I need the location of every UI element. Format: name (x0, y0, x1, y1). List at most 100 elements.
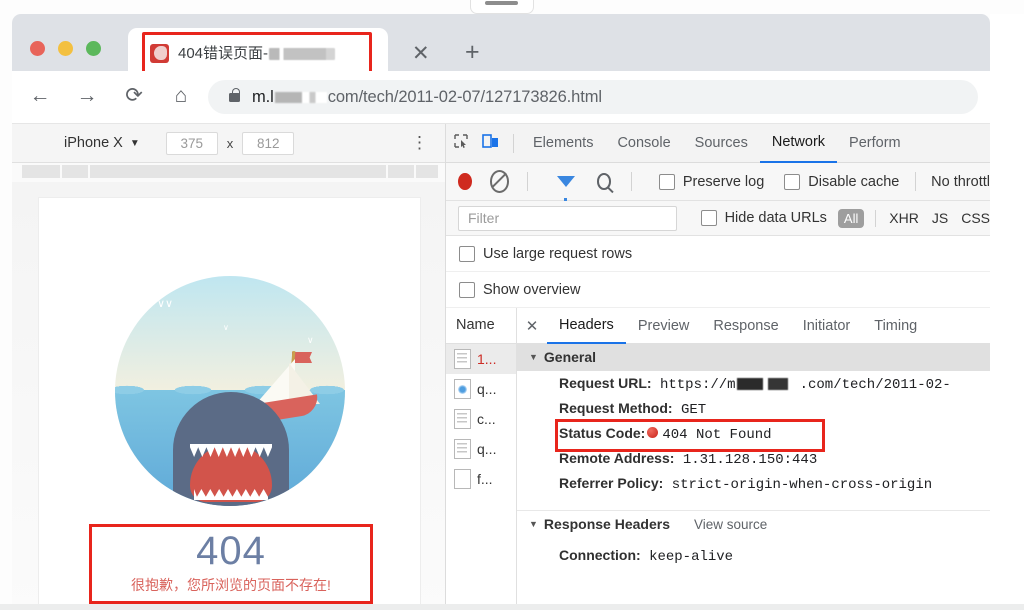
clear-button[interactable] (490, 170, 509, 193)
tab-close-icon[interactable]: ✕ (412, 45, 430, 62)
preserve-log-label: Preserve log (683, 174, 764, 190)
response-headers-section-header[interactable]: ▼ Response Headers View source (517, 510, 990, 538)
device-toolbar: iPhone X ▼ 375 x 812 ⋮ (12, 124, 445, 163)
hide-data-urls-option[interactable]: Hide data URLs (701, 210, 827, 226)
show-overview-option[interactable]: Show overview (446, 272, 990, 308)
referrer-policy-value: strict-origin-when-cross-origin (672, 477, 932, 493)
close-detail-icon[interactable]: ✕ (517, 317, 547, 335)
chevron-down-icon: ▼ (130, 138, 140, 149)
toggle-device-toolbar-icon[interactable] (476, 133, 506, 154)
request-detail-pane: ✕ Headers Preview Response Initiator Tim… (517, 308, 990, 610)
shark-teeth-top (190, 444, 272, 457)
table-row[interactable]: q... (446, 434, 516, 464)
preserve-log-checkbox[interactable] (659, 174, 675, 190)
filter-type-xhr[interactable]: XHR (889, 210, 919, 226)
filter-type-css[interactable]: CSS (961, 210, 990, 226)
hide-data-urls-checkbox[interactable] (701, 210, 717, 226)
connection-key: Connection: (559, 547, 641, 563)
document-icon (454, 439, 471, 459)
ruler-segment (388, 165, 414, 178)
url-redacted-block (275, 92, 327, 103)
bird-icon: ∨ (223, 324, 229, 332)
record-button[interactable] (458, 173, 472, 190)
disable-cache-checkbox[interactable] (784, 174, 800, 190)
show-overview-checkbox[interactable] (459, 282, 475, 298)
navigation-icons: ← → ⟳ ⌂ (28, 83, 193, 109)
filter-input[interactable]: Filter (458, 206, 677, 231)
tab-title-redacted-block (269, 48, 335, 60)
devtools-panel: Elements Console Sources Network Perform (445, 124, 990, 610)
disable-cache-option[interactable]: Disable cache (784, 174, 899, 190)
device-more-options-icon[interactable]: ⋮ (411, 134, 428, 151)
tab-elements[interactable]: Elements (521, 125, 605, 162)
minimize-window-button[interactable] (58, 41, 73, 56)
tab-title-text: 404错误页面- (178, 45, 268, 62)
request-url-suffix: .com/tech/2011-02- (800, 377, 951, 393)
filter-toggle-icon[interactable] (557, 176, 575, 187)
view-source-link[interactable]: View source (694, 511, 767, 538)
devtools-tab-bar: Elements Console Sources Network Perform (446, 124, 990, 163)
show-overview-label: Show overview (483, 282, 581, 298)
image-icon (454, 379, 471, 399)
use-large-rows-label: Use large request rows (483, 246, 632, 262)
reload-icon[interactable]: ⟳ (122, 83, 146, 109)
table-row[interactable]: f... (446, 464, 516, 494)
shark-shape (173, 392, 289, 506)
general-section-header[interactable]: ▼ General (517, 344, 990, 371)
address-bar-url: m.lcom/tech/2011-02-07/127173826.html (252, 88, 602, 107)
error-message: 很抱歉，您所浏览的页面不存在! (92, 575, 370, 595)
lock-icon (229, 93, 240, 102)
search-icon[interactable] (597, 173, 611, 190)
divider (915, 172, 916, 191)
divider (527, 172, 528, 191)
shark-mouth-shape (190, 444, 272, 502)
use-large-rows-checkbox[interactable] (459, 246, 475, 262)
address-bar[interactable]: m.lcom/tech/2011-02-07/127173826.html (208, 80, 978, 114)
divider (631, 172, 632, 191)
tab-preview[interactable]: Preview (626, 309, 702, 343)
background-window (470, 0, 534, 14)
device-width-input[interactable]: 375 (166, 132, 218, 155)
table-row[interactable]: c... (446, 404, 516, 434)
tab-performance[interactable]: Perform (837, 125, 913, 162)
preserve-log-option[interactable]: Preserve log (659, 174, 764, 190)
filter-type-all[interactable]: All (838, 209, 864, 228)
tab-initiator[interactable]: Initiator (791, 309, 863, 343)
remote-address-value: 1.31.128.150:443 (683, 452, 817, 468)
use-large-rows-option[interactable]: Use large request rows (446, 236, 990, 272)
tab-console[interactable]: Console (605, 125, 682, 162)
tab-network[interactable]: Network (760, 124, 837, 163)
table-row[interactable]: q... (446, 374, 516, 404)
tab-sources[interactable]: Sources (683, 125, 760, 162)
device-viewport-wrapper: ∨∨ ∨ ∨ (12, 182, 445, 610)
device-height-input[interactable]: 812 (242, 132, 294, 155)
status-code-row: Status Code:404 Not Found (517, 421, 990, 446)
error-annotation-box: 404 很抱歉，您所浏览的页面不存在! (89, 524, 373, 604)
status-code-key: Status Code: (559, 425, 645, 441)
maximize-window-button[interactable] (86, 41, 101, 56)
tab-headers[interactable]: Headers (547, 308, 626, 344)
flag-shape (292, 352, 312, 363)
tab-timing[interactable]: Timing (862, 309, 929, 343)
url-host-prefix: m.l (252, 88, 274, 106)
right-clip-mask (990, 14, 1024, 610)
home-icon[interactable]: ⌂ (169, 83, 193, 109)
request-url-row: Request URL: https://m.com/tech/2011-02- (517, 371, 990, 396)
tab-response[interactable]: Response (701, 309, 790, 343)
throttling-selector[interactable]: No throttl (931, 174, 990, 190)
table-row[interactable]: 1... (446, 344, 516, 374)
network-body: Name 1... q... c... (446, 308, 990, 610)
inspect-element-icon[interactable] (446, 133, 476, 154)
forward-arrow-icon[interactable]: → (75, 83, 99, 109)
hide-data-urls-label: Hide data URLs (725, 210, 827, 226)
device-emulation-pane: iPhone X ▼ 375 x 812 ⋮ (12, 124, 445, 610)
new-tab-button[interactable]: + (465, 42, 480, 63)
back-arrow-icon[interactable]: ← (28, 83, 52, 109)
site-favicon-icon (150, 44, 169, 63)
filter-type-js[interactable]: JS (932, 210, 948, 226)
general-section-title: General (544, 344, 596, 371)
request-name: q... (477, 441, 496, 457)
network-controls-bar: Preserve log Disable cache No throttl (446, 163, 990, 201)
device-selector[interactable]: iPhone X ▼ (64, 135, 140, 151)
close-window-button[interactable] (30, 41, 45, 56)
